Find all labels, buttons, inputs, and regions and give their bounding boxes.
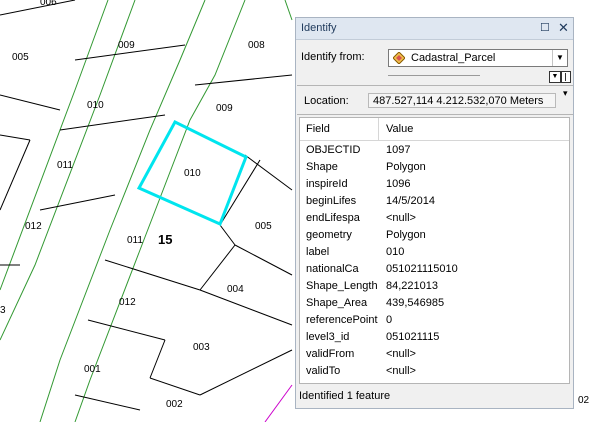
column-divider[interactable] — [378, 118, 379, 140]
expand-all-icon[interactable]: ▼ — [549, 71, 561, 83]
field-column-header[interactable]: Field — [306, 123, 330, 135]
layer-icon — [393, 52, 405, 64]
table-row[interactable]: OBJECTID 1097 — [300, 142, 569, 159]
field-name: nationalCa — [306, 263, 359, 275]
field-value: 0 — [386, 314, 393, 326]
parcel-label: 008 — [248, 40, 265, 51]
parcel-label: 012 — [25, 221, 42, 232]
table-row[interactable]: level3_id 051021115 — [300, 329, 569, 346]
edge-label: 02 — [578, 395, 590, 406]
field-value: 14/5/2014 — [386, 195, 435, 207]
attribute-rows: OBJECTID 1097 Shape Polygon inspireId 1096 … — [300, 142, 569, 380]
parcel-label: 011 — [127, 235, 143, 246]
table-row[interactable]: Shape_Area 439,546985 — [300, 295, 569, 312]
road-edge-3 — [39, 0, 206, 422]
table-row[interactable]: label 010 — [300, 244, 569, 261]
parcel-label: 009 — [216, 103, 233, 114]
table-row[interactable]: nationalCa 051021115010 — [300, 261, 569, 278]
divider — [388, 75, 480, 76]
field-name: level3_id — [306, 331, 350, 343]
grid-header: Field Value — [300, 118, 569, 141]
parcel-label: 011 — [57, 160, 73, 171]
field-value: 439,546985 — [386, 297, 445, 309]
field-value: <null> — [386, 365, 416, 377]
location-options-icon[interactable]: ▾ — [563, 88, 568, 99]
field-name: validFrom — [306, 348, 355, 360]
road-edge-4 — [74, 0, 246, 422]
parcel-label: 006 — [40, 0, 57, 8]
parcel-label: 010 — [87, 100, 104, 111]
title-bar[interactable]: Identify ☐ ✕ — [296, 18, 573, 40]
field-name: label — [306, 246, 330, 258]
identify-from-label: Identify from: — [301, 51, 365, 63]
table-row[interactable]: Shape_Length 84,221013 — [300, 278, 569, 295]
field-name: inspireId — [306, 178, 348, 190]
field-value: 051021115 — [386, 331, 440, 343]
identify-window[interactable]: Identify ☐ ✕ Identify from: Cadastral_Pa… — [295, 17, 574, 409]
field-value: 84,221013 — [386, 280, 438, 292]
parcel-label: 001 — [84, 364, 101, 375]
maximize-icon[interactable]: ☐ — [540, 21, 550, 34]
boundary-line — [264, 384, 293, 422]
identify-from-dropdown[interactable]: Cadastral_Parcel ▼ — [388, 49, 568, 67]
road-edge-left — [0, 0, 109, 291]
table-row[interactable]: inspireId 1096 — [300, 176, 569, 193]
edge-label: 3 — [0, 305, 6, 316]
field-value: Polygon — [386, 161, 426, 173]
close-icon[interactable]: ✕ — [558, 20, 569, 36]
field-name: geometry — [306, 229, 352, 241]
value-column-header[interactable]: Value — [386, 123, 413, 135]
parcel-label: 003 — [193, 342, 210, 353]
window-title: Identify — [301, 22, 337, 34]
field-value: 1097 — [386, 144, 411, 156]
field-value: 051021115010 — [386, 263, 458, 275]
parcel-label: 010 — [184, 168, 201, 179]
field-name: referencePoint — [306, 314, 378, 326]
attribute-grid[interactable]: Field Value OBJECTID 1097 Shape Polygon in… — [299, 117, 570, 384]
status-text: Identified 1 feature — [299, 390, 391, 402]
field-value: <null> — [386, 348, 416, 360]
field-name: validTo — [306, 365, 341, 377]
table-row[interactable]: endLifespa <null> — [300, 210, 569, 227]
field-name: endLifespa — [306, 212, 360, 224]
field-value: Polygon — [386, 229, 426, 241]
identify-from-value: Cadastral_Parcel — [411, 52, 496, 64]
view-options-icon[interactable] — [561, 71, 571, 83]
location-panel: Location: 487.527,114 4.212.532,070 Mete… — [297, 85, 573, 115]
parcel-label: 002 — [166, 399, 183, 410]
field-name: beginLifes — [306, 195, 357, 207]
field-value: 010 — [386, 246, 405, 258]
parcel-label: 004 — [227, 284, 244, 295]
field-name: OBJECTID — [306, 144, 361, 156]
parcel-label: 012 — [119, 297, 136, 308]
parcel-label: 005 — [12, 52, 29, 63]
table-row[interactable]: geometry Polygon — [300, 227, 569, 244]
road-edge-5 — [284, 0, 293, 21]
location-label: Location: — [304, 95, 349, 107]
parcel-label: 009 — [118, 40, 135, 51]
chevron-down-icon[interactable]: ▼ — [552, 50, 567, 66]
field-value: 1096 — [386, 178, 411, 190]
table-row[interactable]: referencePoint 0 — [300, 312, 569, 329]
field-name: Shape — [306, 161, 338, 173]
table-row[interactable]: validTo <null> — [300, 363, 569, 380]
table-row[interactable]: Shape Polygon — [300, 159, 569, 176]
field-value: <null> — [386, 212, 416, 224]
location-value[interactable]: 487.527,114 4.212.532,070 Meters — [368, 93, 556, 108]
field-name: Shape_Area — [306, 297, 368, 309]
field-name: Shape_Length — [306, 280, 378, 292]
parcel-label: 005 — [255, 221, 272, 232]
parcel-lines — [0, 0, 293, 411]
block-label: 15 — [158, 232, 172, 247]
table-row[interactable]: validFrom <null> — [300, 346, 569, 363]
table-row[interactable]: beginLifes 14/5/2014 — [300, 193, 569, 210]
